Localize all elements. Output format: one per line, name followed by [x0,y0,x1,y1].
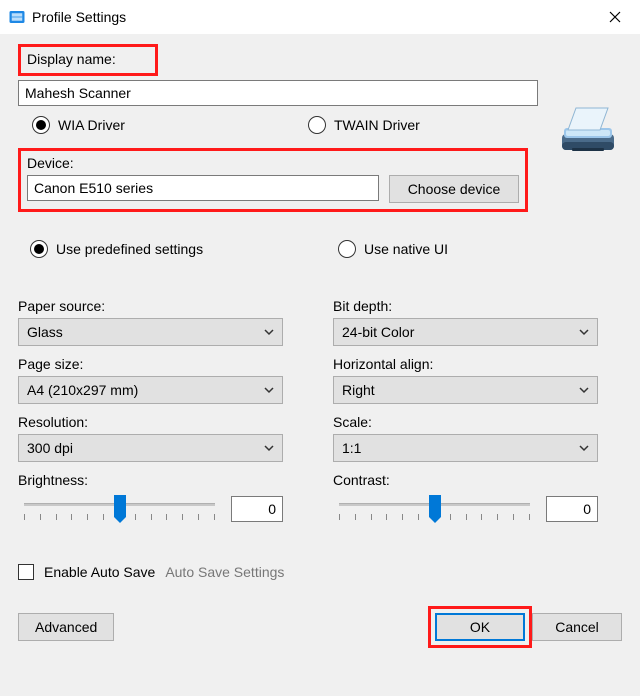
resolution-label: Resolution: [18,414,283,430]
scale-combo[interactable]: 1:1 [333,434,598,462]
app-icon [8,8,26,26]
enable-autosave-label: Enable Auto Save [44,564,155,580]
driver-radio-group: WIA Driver TWAIN Driver [18,116,622,134]
profile-settings-window: Profile Settings Display name: [0,0,640,696]
horizontal-align-label: Horizontal align: [333,356,598,372]
display-name-label: Display name: [27,51,149,67]
chevron-down-icon [264,385,274,395]
page-size-label: Page size: [18,356,283,372]
resolution-combo[interactable]: 300 dpi [18,434,283,462]
page-size-combo[interactable]: A4 (210x297 mm) [18,376,283,404]
chevron-down-icon [264,443,274,453]
twain-driver-radio[interactable]: TWAIN Driver [308,116,420,134]
chevron-down-icon [579,443,589,453]
advanced-button[interactable]: Advanced [18,613,114,641]
horizontal-align-value: Right [342,382,375,398]
brightness-value-input[interactable] [231,496,283,522]
choose-device-button[interactable]: Choose device [389,175,519,203]
radio-icon [338,240,356,258]
cancel-button[interactable]: Cancel [532,613,622,641]
display-name-highlight: Display name: [18,44,158,76]
chevron-down-icon [579,385,589,395]
ok-highlight: OK [428,606,532,648]
enable-autosave-checkbox[interactable] [18,564,34,580]
bit-depth-label: Bit depth: [333,298,598,314]
display-name-group: Display name: [18,44,538,106]
device-input[interactable] [27,175,379,201]
paper-source-label: Paper source: [18,298,283,314]
close-button[interactable] [592,2,638,32]
paper-source-combo[interactable]: Glass [18,318,283,346]
radio-icon [308,116,326,134]
client-area: Display name: WIA Driver TWAIN [0,34,640,696]
native-ui-label: Use native UI [364,241,448,257]
footer: Advanced OK Cancel [18,606,622,648]
autosave-row: Enable Auto Save Auto Save Settings [18,564,622,580]
contrast-value-input[interactable] [546,496,598,522]
autosave-settings-link[interactable]: Auto Save Settings [165,564,284,580]
contrast-label: Contrast: [333,472,598,488]
bit-depth-value: 24-bit Color [342,324,414,340]
scanner-icon [556,98,620,162]
page-size-value: A4 (210x297 mm) [27,382,138,398]
paper-source-value: Glass [27,324,63,340]
left-column: Paper source: Glass Page size: A4 (210x2… [18,298,283,536]
window-title: Profile Settings [26,9,592,25]
radio-icon [32,116,50,134]
titlebar: Profile Settings [0,0,640,34]
radio-icon [30,240,48,258]
predefined-settings-radio[interactable]: Use predefined settings [18,240,338,258]
device-highlight: Device: Choose device [18,148,528,212]
scale-value: 1:1 [342,440,361,456]
brightness-slider[interactable] [18,492,221,526]
resolution-value: 300 dpi [27,440,73,456]
display-name-input[interactable] [18,80,538,106]
scale-label: Scale: [333,414,598,430]
contrast-slider[interactable] [333,492,536,526]
chevron-down-icon [264,327,274,337]
ok-button[interactable]: OK [435,613,525,641]
settings-mode-group: Use predefined settings Use native UI [18,240,622,258]
brightness-label: Brightness: [18,472,283,488]
horizontal-align-combo[interactable]: Right [333,376,598,404]
predefined-settings-label: Use predefined settings [56,241,203,257]
wia-driver-radio[interactable]: WIA Driver [18,116,308,134]
wia-driver-label: WIA Driver [58,117,125,133]
native-ui-radio[interactable]: Use native UI [338,240,448,258]
settings-grid: Paper source: Glass Page size: A4 (210x2… [18,298,622,536]
twain-driver-label: TWAIN Driver [334,117,420,133]
bit-depth-combo[interactable]: 24-bit Color [333,318,598,346]
device-label: Device: [27,155,519,171]
right-column: Bit depth: 24-bit Color Horizontal align… [333,298,598,536]
chevron-down-icon [579,327,589,337]
